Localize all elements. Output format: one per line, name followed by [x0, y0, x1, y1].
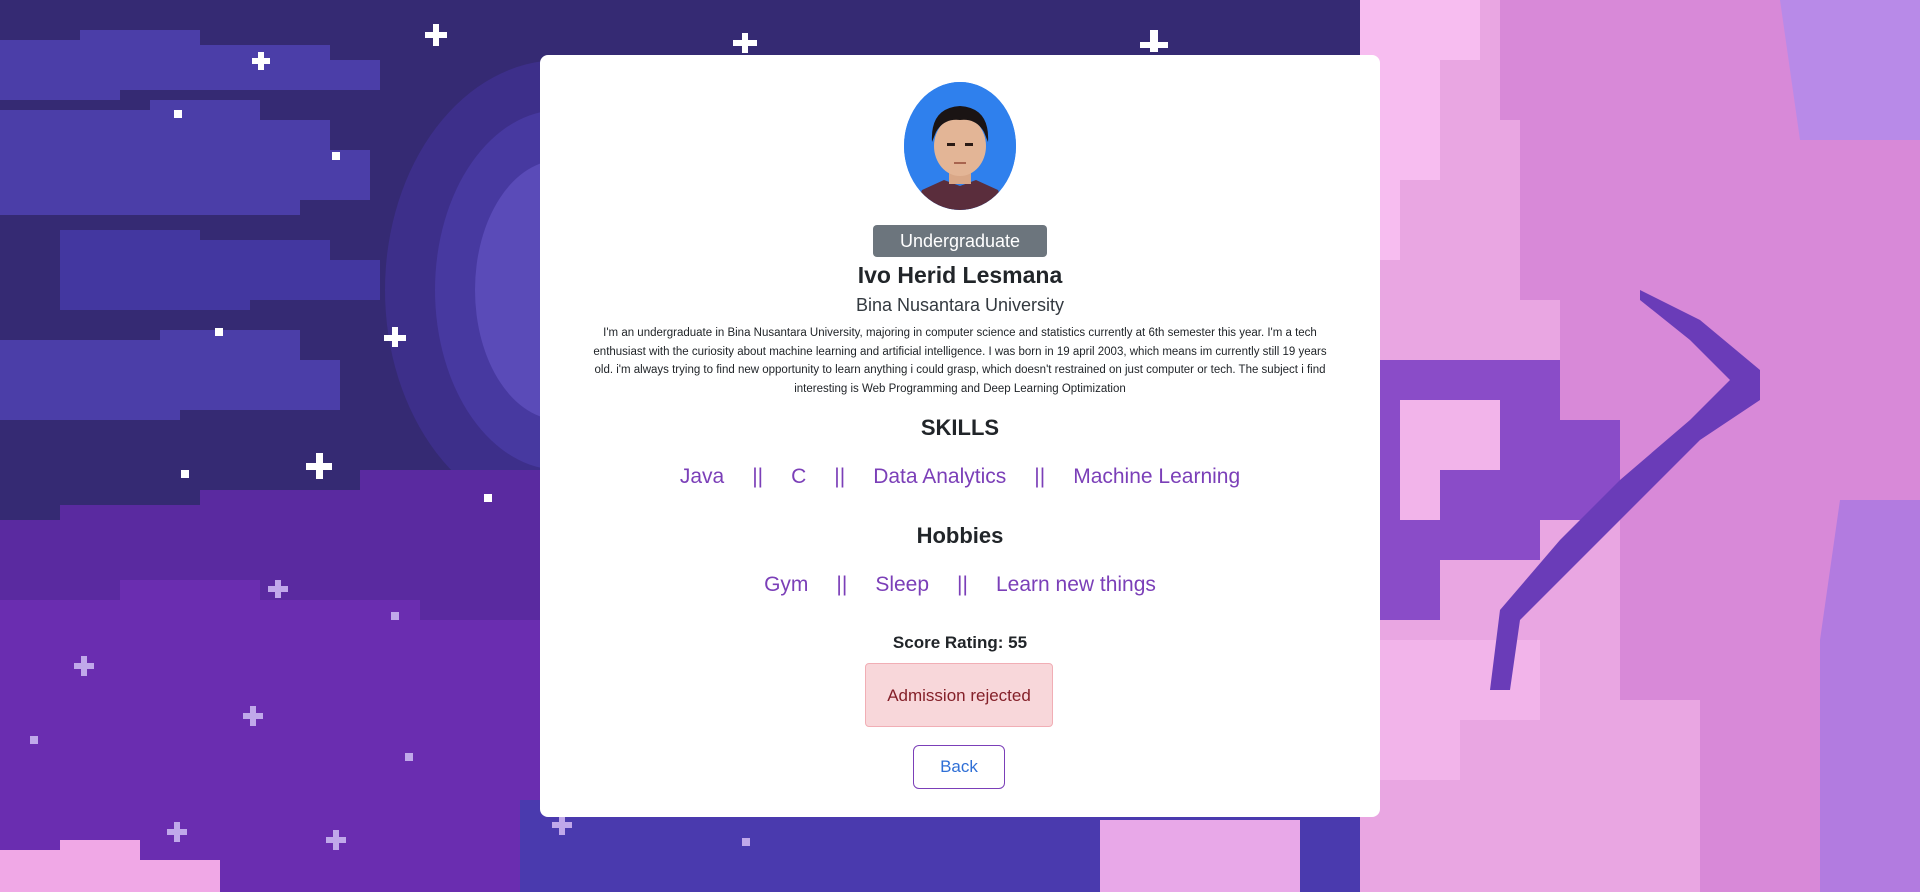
- score-rating: Score Rating: 55: [540, 633, 1380, 653]
- person-photo-icon: [904, 82, 1016, 210]
- admission-alert: Admission rejected: [865, 663, 1053, 727]
- skills-heading: SKILLS: [920, 415, 1000, 440]
- profile-description: I'm an undergraduate in Bina Nusantara U…: [593, 327, 1327, 395]
- profile-card: Undergraduate Ivo Herid Lesmana Bina Nus…: [540, 55, 1380, 817]
- score-value: 55: [1008, 633, 1028, 652]
- page-background: Undergraduate Ivo Herid Lesmana Bina Nus…: [0, 0, 1920, 892]
- skill-item: Machine Learning: [1073, 465, 1241, 488]
- hobby-item: Learn new things: [995, 573, 1156, 596]
- status-badge: Undergraduate: [873, 225, 1047, 257]
- skills-list: Java || C || Data Analytics || Machine L…: [540, 465, 1380, 489]
- hobbies-heading: Hobbies: [916, 523, 1004, 548]
- skills-separator: ||: [834, 465, 846, 488]
- hobbies-separator: ||: [957, 573, 968, 596]
- back-button[interactable]: Back: [913, 745, 1005, 789]
- hobby-item: Sleep: [875, 573, 930, 596]
- profile-avatar: [904, 82, 1016, 210]
- skill-item: Java: [679, 465, 725, 488]
- skill-item: Data Analytics: [873, 465, 1007, 488]
- profile-name: Ivo Herid Lesmana: [857, 262, 1063, 288]
- hobbies-list: Gym || Sleep || Learn new things: [540, 573, 1380, 597]
- skills-separator: ||: [1034, 465, 1046, 488]
- profile-university: Bina Nusantara University: [855, 295, 1065, 315]
- skills-separator: ||: [752, 465, 764, 488]
- hobbies-separator: ||: [836, 573, 848, 596]
- hobby-item: Gym: [764, 573, 809, 596]
- score-label: Score Rating:: [892, 633, 1004, 652]
- skill-item: C: [791, 465, 807, 488]
